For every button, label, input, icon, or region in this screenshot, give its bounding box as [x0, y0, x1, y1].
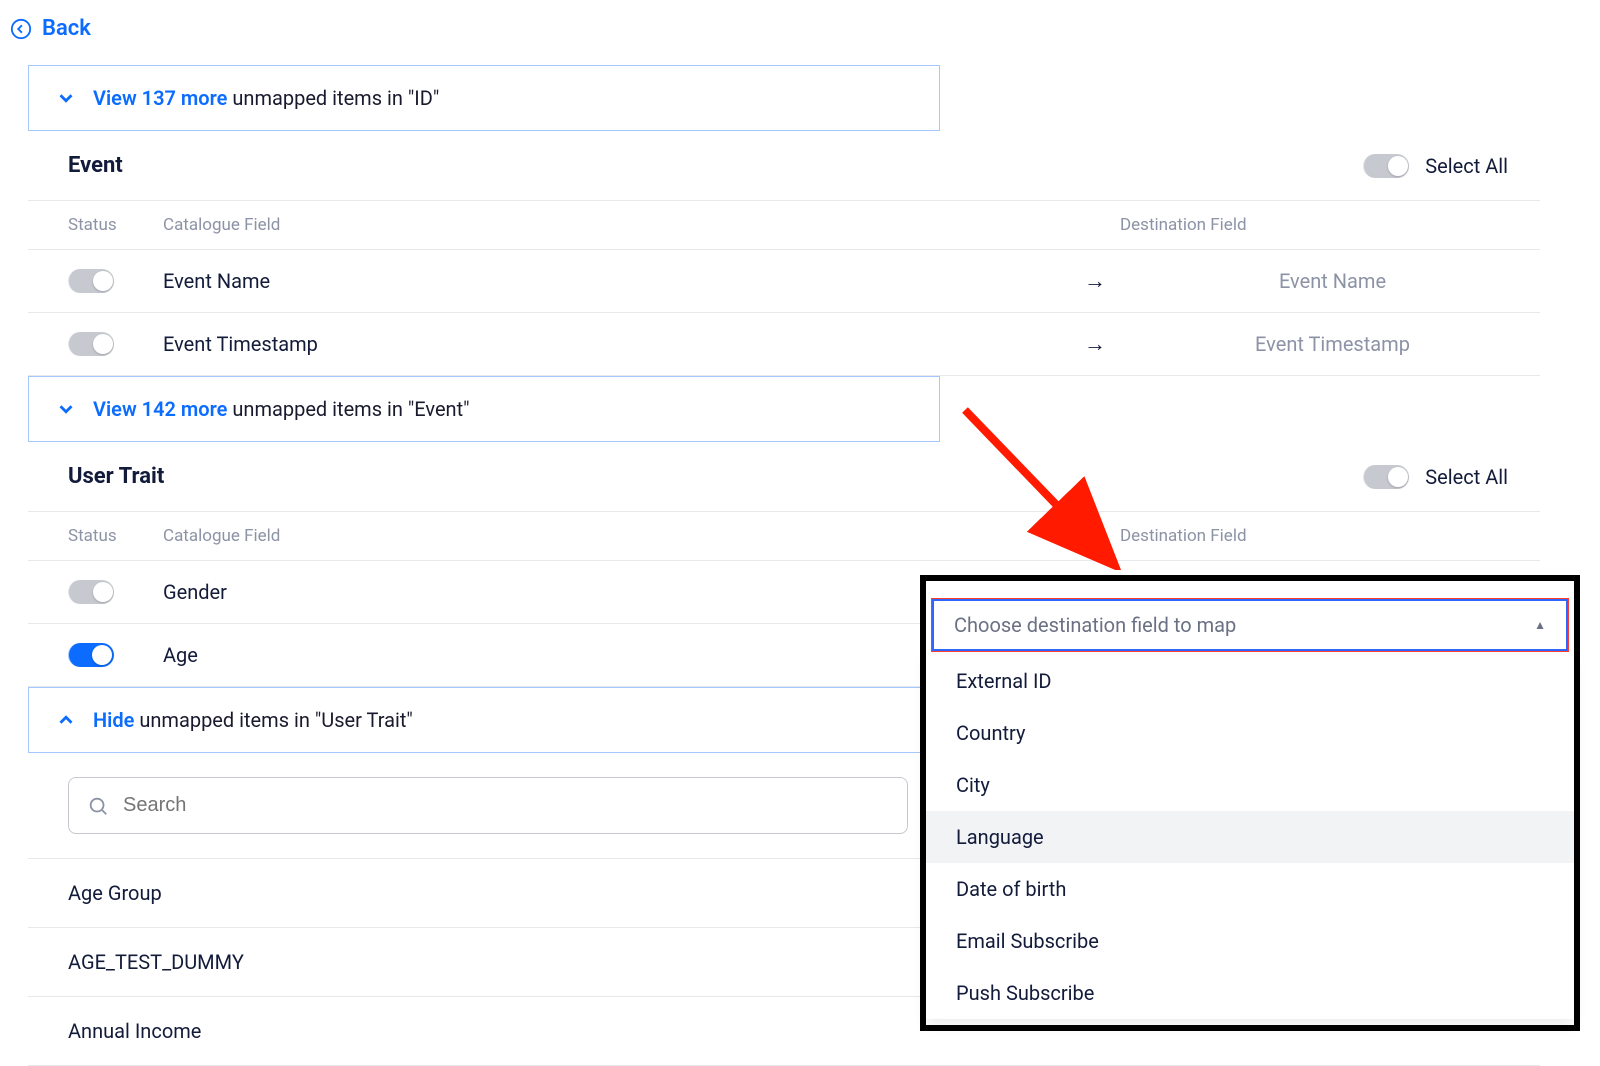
back-label: Back	[42, 16, 91, 41]
event-column-headers: Status Catalogue Field Destination Field	[28, 201, 1540, 250]
event-select-all-toggle[interactable]	[1363, 154, 1409, 178]
chevron-left-circle-icon	[10, 18, 32, 40]
combobox-option[interactable]: Language	[926, 811, 1574, 863]
trait-select-all-label: Select All	[1425, 465, 1508, 489]
view-more-id[interactable]: View 137 more unmapped items in "ID"	[28, 65, 940, 131]
event-row: Event Timestamp → Event Timestamp	[28, 313, 1540, 376]
trait-search-box[interactable]	[68, 777, 908, 834]
destination-field-popover: Choose destination field to map ▲ Extern…	[920, 575, 1580, 1031]
row-destination-field: Event Name	[1125, 269, 1540, 293]
row-toggle[interactable]	[68, 580, 114, 604]
row-catalogue-field: Event Timestamp	[163, 332, 1015, 356]
row-catalogue-field: Age	[163, 643, 1015, 667]
chevron-up-icon	[55, 709, 77, 731]
trait-section-title: User Trait	[68, 464, 164, 489]
destination-field-combobox[interactable]: Choose destination field to map ▲	[932, 599, 1568, 651]
back-link[interactable]: Back	[0, 0, 1600, 65]
trait-search-input[interactable]	[123, 794, 889, 817]
combobox-option[interactable]: Email Subscribe	[926, 915, 1574, 967]
event-select-all-label: Select All	[1425, 154, 1508, 178]
hide-trait-prefix: Hide	[93, 708, 134, 732]
trait-select-all-toggle[interactable]	[1363, 465, 1409, 489]
hide-trait-items[interactable]: Hide unmapped items in "User Trait"	[28, 687, 940, 753]
event-col-dest: Destination Field	[1120, 215, 1540, 235]
view-more-event[interactable]: View 142 more unmapped items in "Event"	[28, 376, 940, 442]
arrow-right-icon: →	[1084, 268, 1106, 294]
row-destination-field: Event Timestamp	[1125, 332, 1540, 356]
chevron-down-icon	[55, 398, 77, 420]
row-catalogue-field: Gender	[163, 580, 1015, 604]
event-row: Event Name → Event Name	[28, 250, 1540, 313]
view-more-id-suffix: unmapped items in "ID"	[232, 86, 439, 110]
event-section-title: Event	[68, 153, 123, 178]
search-icon	[87, 795, 109, 817]
combobox-placeholder: Choose destination field to map	[954, 613, 1236, 637]
event-col-status: Status	[68, 215, 163, 235]
trait-section-header: User Trait Select All	[28, 442, 1540, 512]
row-catalogue-field: Event Name	[163, 269, 1015, 293]
view-more-event-suffix: unmapped items in "Event"	[232, 397, 469, 421]
combobox-option[interactable]: External ID	[926, 655, 1574, 707]
caret-up-icon: ▲	[1534, 618, 1546, 632]
combobox-option[interactable]: Date of birth	[926, 863, 1574, 915]
combobox-option[interactable]: City	[926, 759, 1574, 811]
event-col-cat: Catalogue Field	[163, 215, 1120, 235]
view-more-id-count: View 137 more	[93, 86, 227, 110]
trait-column-headers: Status Catalogue Field Destination Field	[28, 512, 1540, 561]
row-toggle[interactable]	[68, 332, 114, 356]
trait-col-cat: Catalogue Field	[163, 526, 1120, 546]
combobox-option[interactable]: Push Subscribe	[926, 967, 1574, 1019]
chevron-down-icon	[55, 87, 77, 109]
event-section-header: Event Select All	[28, 131, 1540, 201]
combobox-option[interactable]: Country	[926, 707, 1574, 759]
view-more-event-count: View 142 more	[93, 397, 227, 421]
trait-col-dest: Destination Field	[1120, 526, 1540, 546]
hide-trait-suffix: unmapped items in "User Trait"	[139, 708, 412, 732]
row-toggle[interactable]	[68, 269, 114, 293]
row-toggle[interactable]	[68, 643, 114, 667]
combobox-listbox: External ID Country City Language Date o…	[926, 655, 1574, 1019]
trait-col-status: Status	[68, 526, 163, 546]
arrow-right-icon: →	[1084, 331, 1106, 357]
